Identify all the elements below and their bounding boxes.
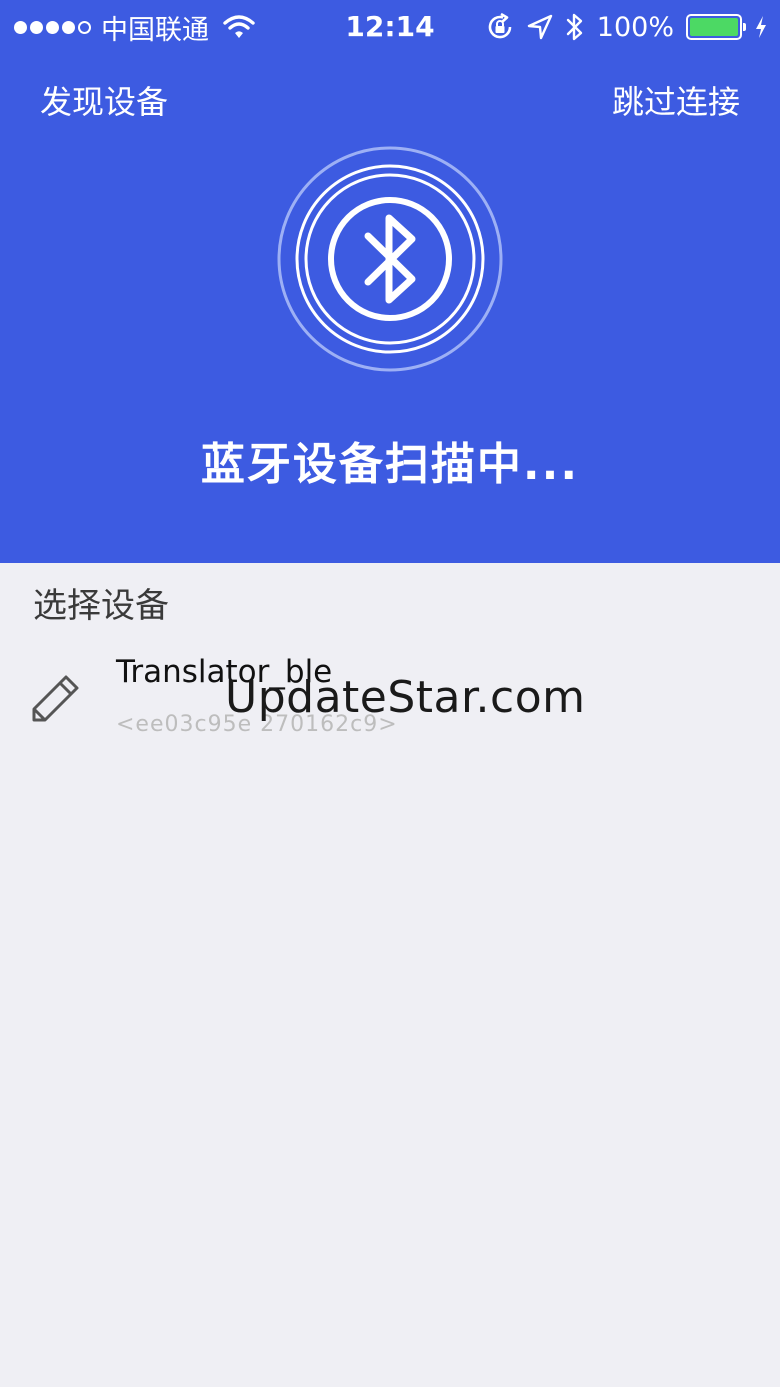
battery-level xyxy=(690,18,738,36)
status-bar-right: 100% xyxy=(485,10,768,44)
battery-percentage: 100% xyxy=(596,11,674,43)
bluetooth-icon xyxy=(566,13,582,41)
scan-status-text: 蓝牙设备扫描中... xyxy=(200,439,580,490)
charging-icon xyxy=(756,16,766,38)
page-title: 发现设备 xyxy=(40,83,169,121)
orientation-lock-icon xyxy=(488,12,512,39)
status-bar: 中国联通 12:14 100% xyxy=(0,0,780,54)
battery-icon xyxy=(686,14,746,40)
location-icon xyxy=(527,14,552,40)
scan-header: 中国联通 12:14 100% 发现设备 跳过连接 蓝牙设备扫描中... xyxy=(0,0,780,563)
section-title: 选择设备 xyxy=(33,586,169,626)
carrier-label: 中国联通 xyxy=(101,14,209,46)
wifi-icon xyxy=(223,15,255,38)
pencil-icon xyxy=(32,675,79,722)
bluetooth-icon xyxy=(277,146,503,372)
bluetooth-scan-indicator xyxy=(276,145,504,373)
skip-connection-button[interactable]: 跳过连接 xyxy=(612,80,740,124)
signal-strength-icon xyxy=(14,20,91,34)
status-bar-left: 中国联通 xyxy=(14,10,255,46)
watermark: UpdateStar.com xyxy=(225,672,586,723)
